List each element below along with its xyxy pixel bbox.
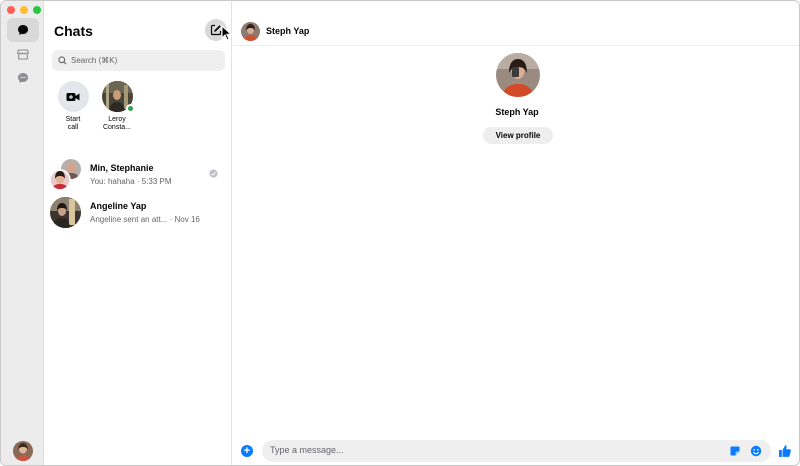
chat-row-text: Angeline Yap Angeline sent an att... · N…: [90, 201, 226, 224]
chat-bubble-icon: [18, 25, 28, 35]
chat-name: Angeline Yap: [90, 200, 147, 211]
chat-preview: Angeline sent an att... · Nov 16: [90, 214, 200, 224]
close-window-button[interactable]: [7, 6, 15, 14]
message-input[interactable]: [270, 445, 700, 455]
messenger-window: Chats Start: [0, 0, 800, 466]
minimize-window-button[interactable]: [20, 6, 28, 14]
view-profile-button[interactable]: View profile: [483, 127, 553, 144]
sticker-icon[interactable]: [729, 445, 741, 457]
online-status-icon: [125, 104, 135, 113]
contact-avatar[interactable]: [101, 81, 135, 113]
group-avatar: [49, 158, 81, 191]
message-requests-icon: [18, 73, 28, 83]
window-controls: [7, 6, 41, 14]
conversation-panel: Steph Yap Steph Yap View profile +: [233, 1, 799, 465]
search-bar[interactable]: [52, 50, 225, 71]
rail-requests-button[interactable]: [7, 66, 39, 90]
search-input[interactable]: [71, 56, 221, 65]
search-icon: [58, 56, 67, 65]
profile-avatar[interactable]: [496, 53, 540, 97]
chat-list-panel: Chats Start: [44, 1, 232, 465]
marketplace-store-icon: [17, 49, 29, 60]
thumbs-up-icon[interactable]: [778, 444, 792, 458]
mouse-cursor-icon: [221, 25, 232, 41]
conversation-header: Steph Yap: [233, 1, 799, 46]
message-box[interactable]: [262, 440, 771, 462]
chat-row-group[interactable]: Min, Stephanie You: hahaha · 5:33 PM: [49, 156, 226, 192]
video-call-icon: [66, 92, 80, 101]
rail-marketplace-button[interactable]: [7, 42, 39, 66]
contact-avatar: [50, 196, 81, 228]
more-actions-button[interactable]: +: [241, 445, 253, 457]
seen-check-icon: [209, 169, 218, 178]
profile-name: Steph Yap: [495, 107, 539, 117]
app-rail: [1, 1, 44, 465]
chat-row-angeline[interactable]: Angeline Yap Angeline sent an att... · N…: [50, 194, 226, 230]
chat-preview: You: hahaha · 5:33 PM: [90, 176, 172, 186]
emoji-icon[interactable]: [750, 445, 762, 457]
header-avatar[interactable]: [241, 22, 260, 41]
start-call-label: Start call: [65, 116, 81, 131]
zoom-window-button[interactable]: [33, 6, 41, 14]
rail-chats-button[interactable]: [7, 18, 39, 42]
plus-icon: +: [243, 445, 251, 457]
start-call-button[interactable]: [57, 81, 89, 112]
header-contact-name[interactable]: Steph Yap: [266, 26, 309, 36]
start-call-story[interactable]: Start call: [53, 81, 93, 132]
chats-title: Chats: [54, 23, 93, 39]
chat-row-text: Min, Stephanie You: hahaha · 5:33 PM: [90, 163, 226, 186]
active-contact-story[interactable]: Leroy Consta...: [97, 81, 137, 132]
contact-story-label: Leroy Consta...: [102, 116, 131, 131]
my-profile-avatar[interactable]: [13, 441, 33, 461]
chat-name: Min, Stephanie: [90, 162, 154, 173]
message-composer: +: [233, 435, 799, 465]
